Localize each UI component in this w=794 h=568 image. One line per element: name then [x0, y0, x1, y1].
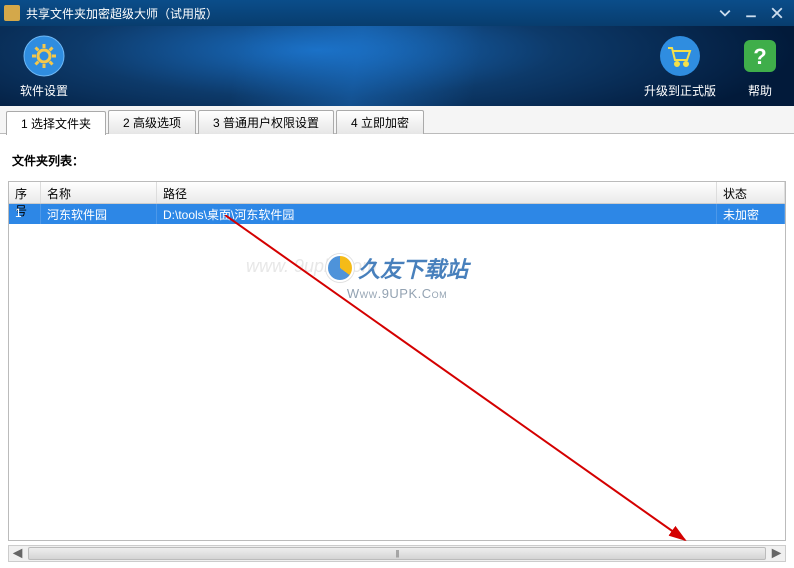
close-button[interactable]: [764, 4, 790, 22]
scroll-grip-icon: |||: [395, 549, 398, 558]
scroll-left-icon[interactable]: ◄: [9, 546, 26, 561]
gear-icon: [22, 34, 66, 78]
help-button[interactable]: ? 帮助: [738, 34, 782, 99]
tab-advanced[interactable]: 2 高级选项: [108, 110, 196, 134]
cell-index: 1: [9, 204, 41, 224]
scroll-track[interactable]: |||: [26, 546, 768, 561]
minimize-button[interactable]: [738, 4, 764, 22]
settings-button[interactable]: 软件设置: [20, 34, 68, 99]
help-label: 帮助: [748, 82, 772, 99]
table-header: 序号 名称 路径 状态: [9, 182, 785, 204]
tabs: 1 选择文件夹 2 高级选项 3 普通用户权限设置 4 立即加密: [0, 106, 794, 134]
col-path[interactable]: 路径: [157, 182, 717, 203]
watermark-url: Www.9UPK.Com: [326, 286, 468, 301]
content-area: 文件夹列表： 序号 名称 路径 状态 1 河东软件园 D:\tools\桌面\河…: [0, 134, 794, 541]
scroll-right-icon[interactable]: ►: [768, 546, 785, 561]
col-index[interactable]: 序号: [9, 182, 41, 203]
settings-label: 软件设置: [20, 82, 68, 99]
cart-icon: [658, 34, 702, 78]
upgrade-button[interactable]: 升级到正式版: [644, 34, 716, 99]
tab-select-folder[interactable]: 1 选择文件夹: [6, 111, 106, 135]
list-label: 文件夹列表：: [12, 152, 786, 169]
tab-encrypt[interactable]: 4 立即加密: [336, 110, 424, 134]
col-name[interactable]: 名称: [41, 182, 157, 203]
table-row[interactable]: 1 河东软件园 D:\tools\桌面\河东软件园 未加密: [9, 204, 785, 224]
watermark-text: 久友下载站: [358, 252, 468, 284]
watermark-bg: www. 9upk .com: [246, 256, 377, 277]
svg-text:?: ?: [753, 44, 766, 69]
horizontal-scrollbar[interactable]: ◄ ||| ►: [8, 545, 786, 562]
header-banner: 软件设置 升级到正式版 ? 帮助: [0, 26, 794, 106]
dropdown-button[interactable]: [712, 4, 738, 22]
upgrade-label: 升级到正式版: [644, 82, 716, 99]
tab-permissions[interactable]: 3 普通用户权限设置: [198, 110, 334, 134]
cell-name: 河东软件园: [41, 204, 157, 224]
cell-status: 未加密: [717, 204, 785, 224]
window-title: 共享文件夹加密超级大师（试用版）: [26, 5, 712, 22]
help-icon: ?: [738, 34, 782, 78]
watermark: www. 9upk .com 久友下载站 Www.9UPK.Com: [326, 252, 468, 301]
watermark-logo-icon: [326, 254, 354, 282]
title-bar: 共享文件夹加密超级大师（试用版）: [0, 0, 794, 26]
col-status[interactable]: 状态: [717, 182, 785, 203]
folder-table: 序号 名称 路径 状态 1 河东软件园 D:\tools\桌面\河东软件园 未加…: [8, 181, 786, 541]
cell-path: D:\tools\桌面\河东软件园: [157, 204, 717, 224]
app-icon: [4, 5, 20, 21]
window-controls: [712, 4, 790, 22]
